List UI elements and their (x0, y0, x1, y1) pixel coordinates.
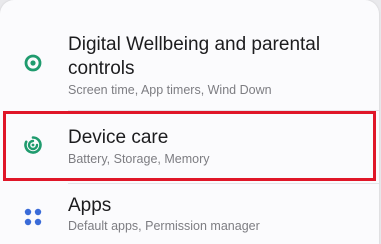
settings-item-title-continued: controls (68, 58, 135, 79)
settings-item-title: Apps (68, 195, 112, 216)
settings-item-digital-wellbeing[interactable]: Digital Wellbeing and parental controls … (0, 0, 379, 110)
settings-item-title: Digital Wellbeing and parental (68, 34, 321, 55)
settings-item-subtitle: Default apps, Permission manager (68, 219, 260, 233)
settings-list: Digital Wellbeing and parental controls … (0, 0, 379, 244)
settings-item-title: Device care (68, 127, 169, 148)
apps-grid-icon (22, 206, 44, 228)
settings-item-device-care[interactable]: Device care Battery, Storage, Memory (0, 110, 379, 183)
highlight-box (3, 111, 376, 181)
device-care-icon (22, 134, 44, 156)
wellbeing-icon (22, 52, 44, 74)
settings-item-apps[interactable]: Apps Default apps, Permission manager (0, 183, 379, 244)
settings-item-subtitle: Battery, Storage, Memory (68, 152, 210, 166)
settings-item-subtitle: Screen time, App timers, Wind Down (68, 83, 272, 97)
